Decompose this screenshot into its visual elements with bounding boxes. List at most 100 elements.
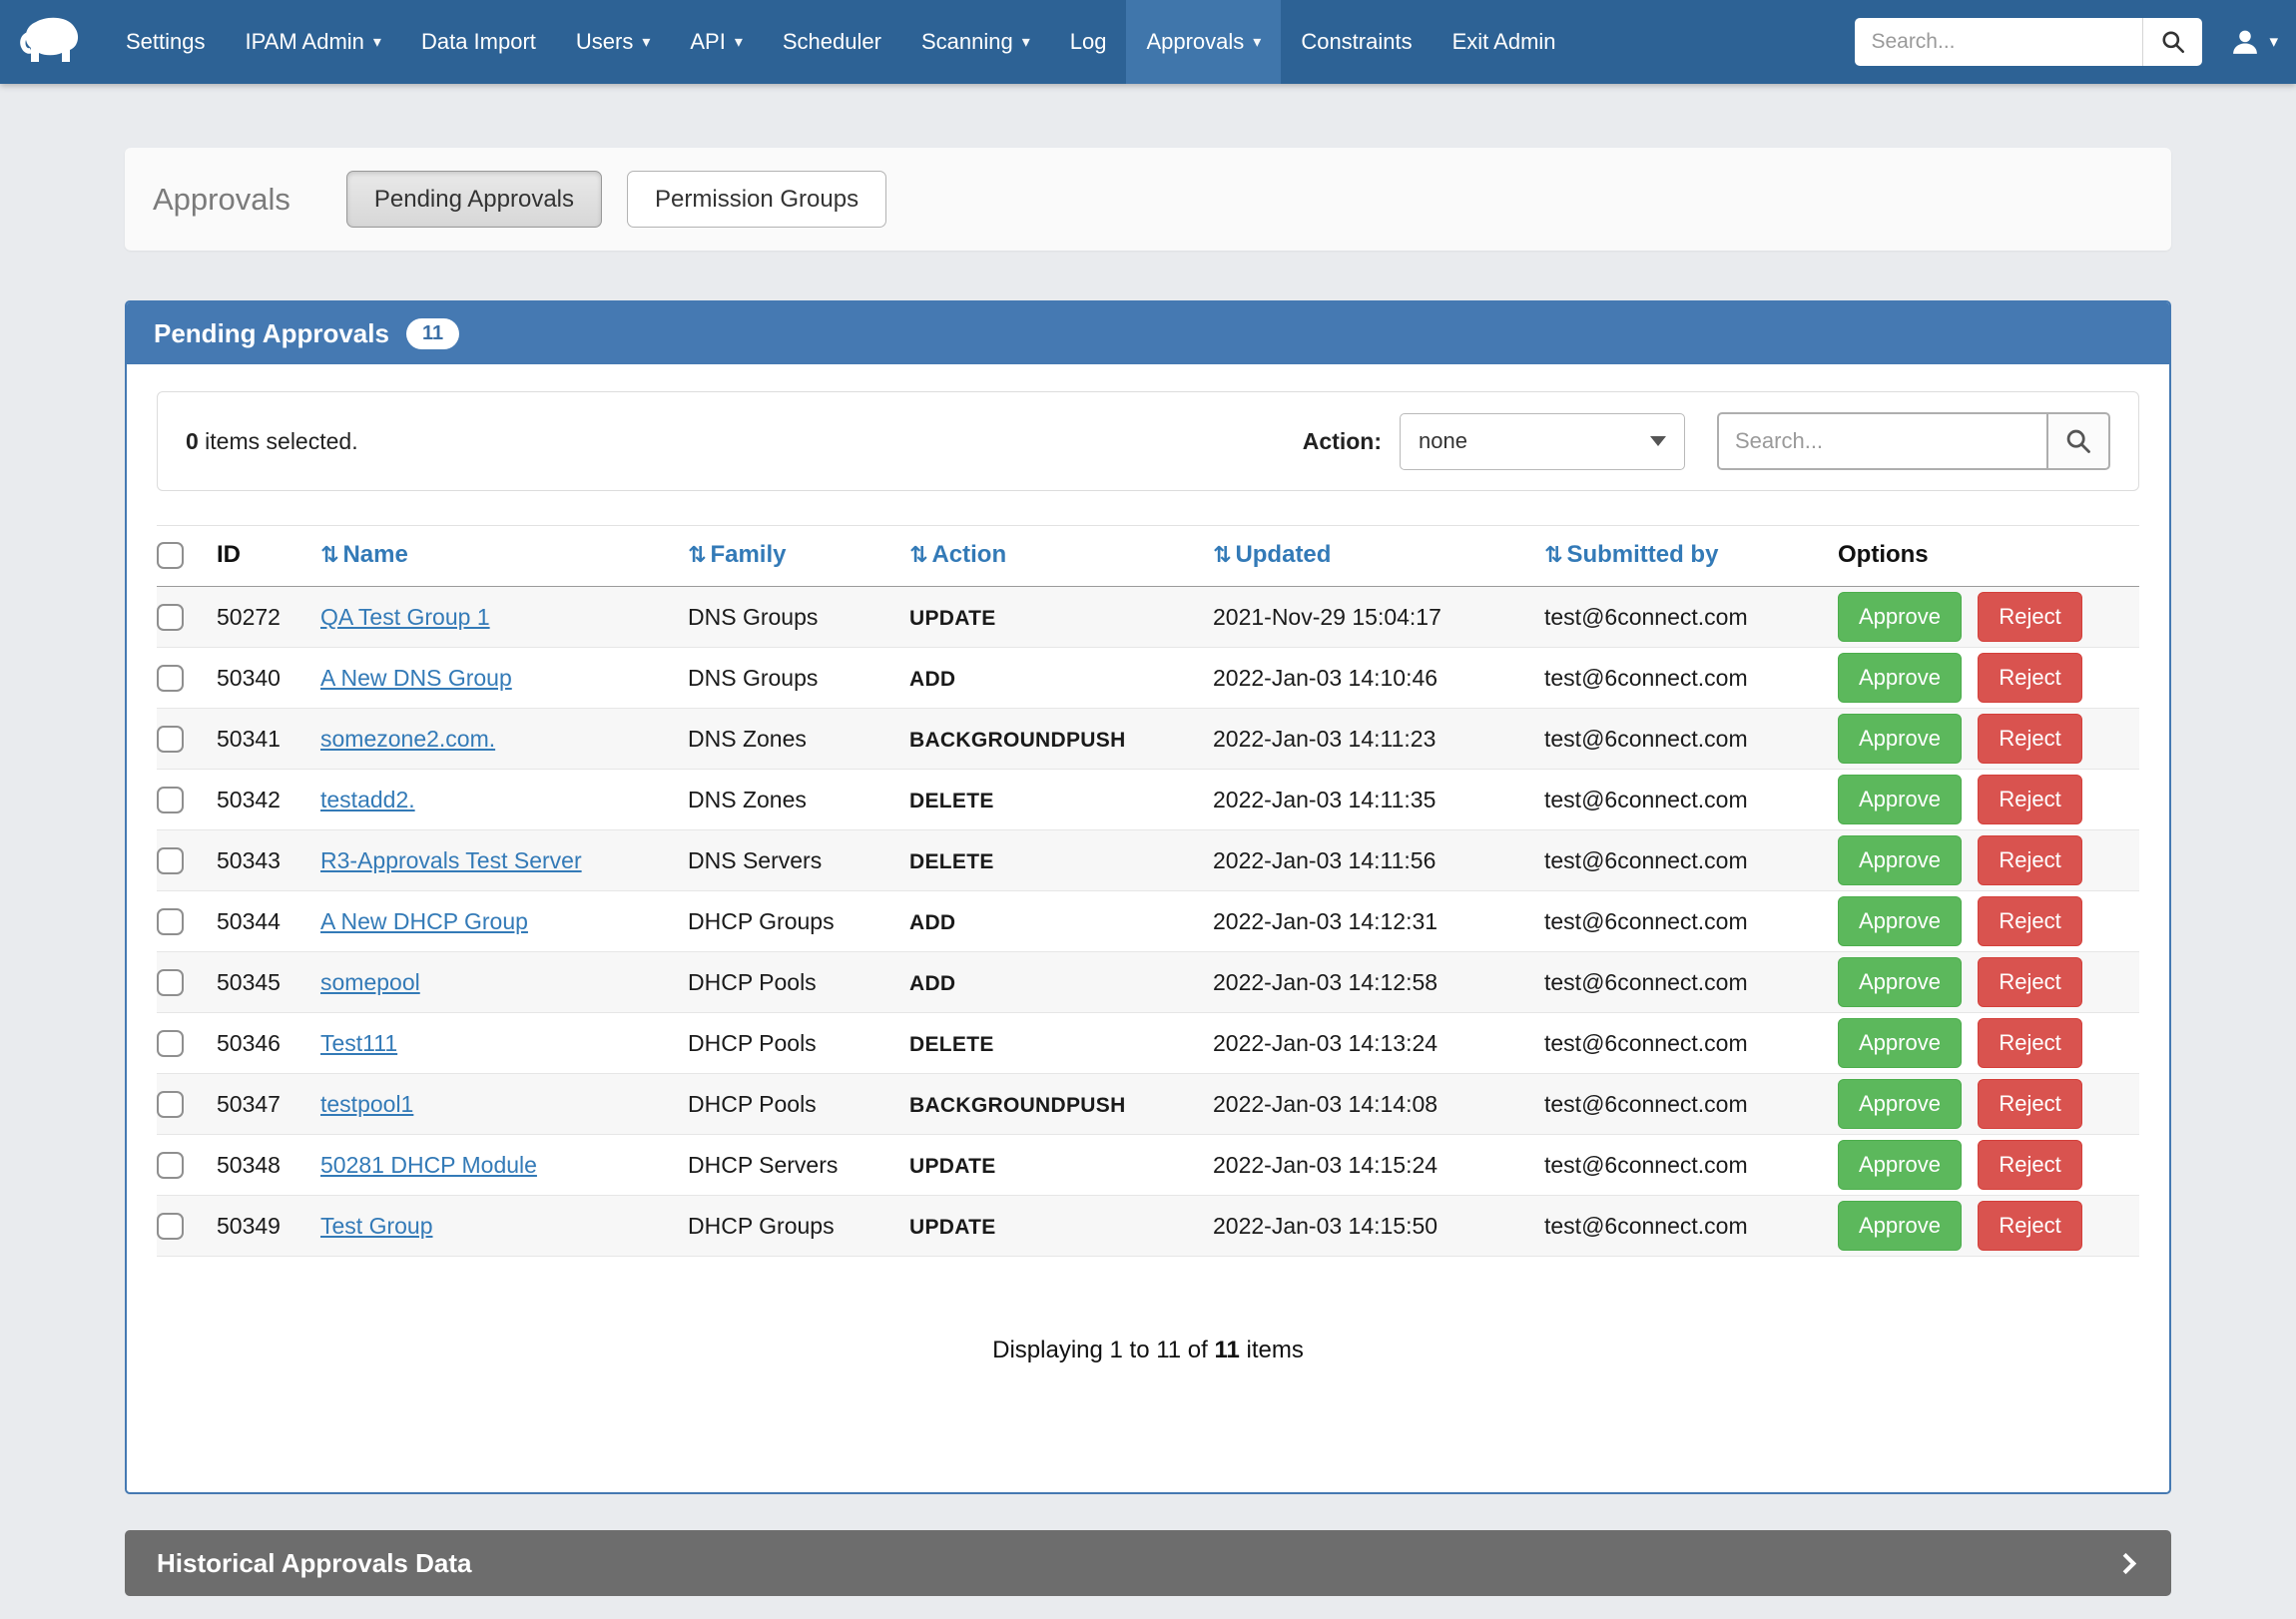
nav-item-scanning[interactable]: Scanning ▾	[901, 0, 1050, 84]
row-action: UPDATE	[909, 607, 996, 630]
reject-button[interactable]: Reject	[1978, 592, 2081, 642]
panel-title: Pending Approvals	[154, 318, 389, 349]
row-name-link[interactable]: testpool1	[320, 1091, 413, 1117]
reject-button[interactable]: Reject	[1978, 653, 2081, 703]
user-menu[interactable]: ▾	[2230, 27, 2278, 57]
reject-button[interactable]: Reject	[1978, 835, 2081, 885]
reject-button[interactable]: Reject	[1978, 1079, 2081, 1129]
nav-item-exit-admin[interactable]: Exit Admin	[1433, 0, 1576, 84]
row-name-link[interactable]: somepool	[320, 969, 420, 995]
row-updated: 2022-Jan-03 14:14:08	[1213, 1074, 1544, 1135]
row-checkbox[interactable]	[157, 847, 184, 874]
column-header-name[interactable]: ⇅Name	[320, 526, 688, 587]
approve-button[interactable]: Approve	[1838, 775, 1962, 824]
row-checkbox[interactable]	[157, 908, 184, 935]
approve-button[interactable]: Approve	[1838, 592, 1962, 642]
approve-button[interactable]: Approve	[1838, 1079, 1962, 1129]
row-name-link[interactable]: Test111	[320, 1030, 397, 1056]
row-action: ADD	[909, 911, 955, 934]
row-family: DHCP Pools	[688, 952, 909, 1013]
row-name-link[interactable]: A New DHCP Group	[320, 908, 528, 934]
historical-bar-title: Historical Approvals Data	[157, 1548, 471, 1579]
table-row: 50346 Test111 DHCP Pools DELETE 2022-Jan…	[157, 1013, 2139, 1074]
main-content: Approvals Pending Approvals Permission G…	[0, 148, 2296, 1596]
row-checkbox[interactable]	[157, 726, 184, 753]
column-header-family[interactable]: ⇅Family	[688, 526, 909, 587]
selected-suffix: items selected.	[199, 428, 358, 454]
approve-button[interactable]: Approve	[1838, 1201, 1962, 1251]
row-checkbox[interactable]	[157, 1213, 184, 1240]
row-checkbox[interactable]	[157, 604, 184, 631]
row-checkbox[interactable]	[157, 1030, 184, 1057]
caret-down-icon: ▾	[373, 32, 381, 52]
tab-pending-approvals[interactable]: Pending Approvals	[346, 171, 602, 228]
row-family: DNS Zones	[688, 770, 909, 830]
approve-button[interactable]: Approve	[1838, 835, 1962, 885]
sort-icon: ⇅	[1544, 542, 1562, 567]
row-family: DHCP Pools	[688, 1013, 909, 1074]
row-checkbox[interactable]	[157, 665, 184, 692]
approve-button[interactable]: Approve	[1838, 1018, 1962, 1068]
approve-button[interactable]: Approve	[1838, 957, 1962, 1007]
reject-button[interactable]: Reject	[1978, 1018, 2081, 1068]
select-all-checkbox[interactable]	[157, 542, 184, 569]
nav-item-scheduler[interactable]: Scheduler	[763, 0, 901, 84]
approve-button[interactable]: Approve	[1838, 896, 1962, 946]
row-family: DHCP Groups	[688, 891, 909, 952]
nav-item-ipam-admin[interactable]: IPAM Admin ▾	[226, 0, 401, 84]
historical-approvals-bar[interactable]: Historical Approvals Data	[125, 1530, 2171, 1596]
reject-button[interactable]: Reject	[1978, 896, 2081, 946]
row-updated: 2022-Jan-03 14:13:24	[1213, 1013, 1544, 1074]
row-checkbox[interactable]	[157, 1091, 184, 1118]
reject-button[interactable]: Reject	[1978, 957, 2081, 1007]
nav-item-approvals[interactable]: Approvals ▾	[1126, 0, 1281, 84]
column-header-submitted-by[interactable]: ⇅Submitted by	[1544, 526, 1838, 587]
column-header-updated[interactable]: ⇅Updated	[1213, 526, 1544, 587]
row-name-link[interactable]: A New DNS Group	[320, 665, 512, 691]
table-search-input[interactable]	[1717, 412, 2046, 470]
tab-permission-groups[interactable]: Permission Groups	[627, 171, 886, 228]
row-name-link[interactable]: 50281 DHCP Module	[320, 1152, 537, 1178]
table-row: 50344 A New DHCP Group DHCP Groups ADD 2…	[157, 891, 2139, 952]
column-header-action[interactable]: ⇅Action	[909, 526, 1213, 587]
navbar-search-button[interactable]	[2142, 18, 2202, 66]
row-name-link[interactable]: somezone2.com.	[320, 726, 495, 752]
action-select[interactable]: none	[1400, 413, 1685, 470]
table-search-button[interactable]	[2046, 412, 2110, 470]
row-name-link[interactable]: QA Test Group 1	[320, 604, 490, 630]
reject-button[interactable]: Reject	[1978, 714, 2081, 764]
chevron-right-icon	[2115, 1553, 2136, 1574]
nav-item-data-import[interactable]: Data Import	[401, 0, 556, 84]
logo-mammoth-icon	[14, 14, 88, 70]
action-label: Action:	[1303, 428, 1382, 455]
approve-button[interactable]: Approve	[1838, 1140, 1962, 1190]
logo[interactable]	[0, 0, 106, 84]
row-checkbox[interactable]	[157, 1152, 184, 1179]
table-row: 50347 testpool1 DHCP Pools BACKGROUNDPUS…	[157, 1074, 2139, 1135]
nav-item-api[interactable]: API ▾	[670, 0, 763, 84]
selected-items-status: 0 items selected.	[186, 428, 358, 455]
row-id: 50345	[217, 952, 320, 1013]
row-checkbox[interactable]	[157, 969, 184, 996]
nav-item-constraints[interactable]: Constraints	[1281, 0, 1432, 84]
sort-icon: ⇅	[1213, 542, 1231, 567]
row-action: ADD	[909, 668, 955, 691]
table-row: 50348 50281 DHCP Module DHCP Servers UPD…	[157, 1135, 2139, 1196]
row-name-link[interactable]: testadd2.	[320, 787, 415, 812]
row-name-link[interactable]: Test Group	[320, 1213, 433, 1239]
row-name-link[interactable]: R3-Approvals Test Server	[320, 847, 582, 873]
approvals-table: ID ⇅Name ⇅Family ⇅Action ⇅Updated ⇅Submi…	[157, 525, 2139, 1257]
reject-button[interactable]: Reject	[1978, 1201, 2081, 1251]
row-id: 50348	[217, 1135, 320, 1196]
nav-item-log[interactable]: Log	[1050, 0, 1127, 84]
reject-button[interactable]: Reject	[1978, 1140, 2081, 1190]
row-id: 50340	[217, 648, 320, 709]
navbar-search-input[interactable]	[1855, 18, 2142, 66]
approve-button[interactable]: Approve	[1838, 714, 1962, 764]
nav-item-settings[interactable]: Settings	[106, 0, 226, 84]
nav-item-users[interactable]: Users ▾	[556, 0, 670, 84]
reject-button[interactable]: Reject	[1978, 775, 2081, 824]
table-row: 50340 A New DNS Group DNS Groups ADD 202…	[157, 648, 2139, 709]
approve-button[interactable]: Approve	[1838, 653, 1962, 703]
row-checkbox[interactable]	[157, 787, 184, 813]
